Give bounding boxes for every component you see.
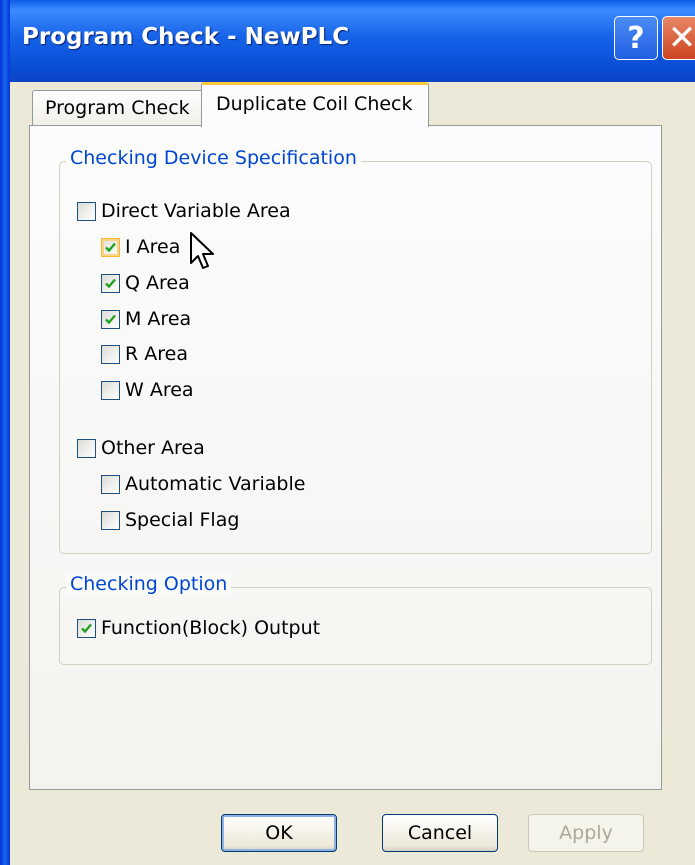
window-frame-left: [0, 0, 10, 865]
checkbox-box[interactable]: [101, 309, 120, 329]
checkbox-label: Special Flag: [125, 509, 240, 531]
ok-button[interactable]: OK: [221, 814, 337, 852]
tab-duplicate-coil-check[interactable]: Duplicate Coil Check: [201, 82, 429, 127]
checkbox-label: I Area: [125, 236, 181, 258]
cancel-button[interactable]: Cancel: [382, 814, 498, 852]
checkbox-r-area[interactable]: R Area: [101, 341, 188, 367]
checkbox-box[interactable]: [101, 474, 120, 494]
checkbox-box[interactable]: [101, 344, 120, 364]
checkbox-other-area[interactable]: Other Area: [77, 435, 205, 461]
checkmark-icon: [105, 314, 116, 324]
close-icon: ✕: [667, 18, 695, 58]
window-title: Program Check - NewPLC: [22, 24, 350, 50]
checkbox-direct-variable-area[interactable]: Direct Variable Area: [77, 198, 291, 224]
checkbox-label: W Area: [125, 379, 194, 401]
group-title-checking-option: Checking Option: [66, 573, 232, 595]
checkbox-label: R Area: [125, 343, 188, 365]
checkbox-m-area[interactable]: M Area: [101, 306, 191, 332]
help-button[interactable]: ?: [614, 16, 658, 60]
question-mark-icon: ?: [627, 20, 645, 56]
checkbox-label: Function(Block) Output: [101, 617, 321, 639]
checkbox-label: Direct Variable Area: [101, 200, 291, 222]
checkbox-box[interactable]: [77, 618, 96, 638]
checkbox-box[interactable]: [101, 380, 120, 400]
duplicate-coil-check-panel: Checking Device Specification Checking O…: [29, 125, 662, 790]
program-check-dialog: Program Check - NewPLC ? ✕ Program Check…: [0, 0, 695, 865]
checkbox-box[interactable]: [101, 237, 120, 257]
checkbox-function-block-output[interactable]: Function(Block) Output: [77, 615, 320, 641]
checkbox-i-area[interactable]: I Area: [101, 234, 180, 260]
checkmark-icon: [105, 278, 116, 288]
group-title-device-spec: Checking Device Specification: [66, 147, 361, 169]
checkbox-label: Other Area: [101, 437, 205, 459]
checkbox-box[interactable]: [101, 510, 120, 530]
checkbox-label: M Area: [125, 308, 192, 330]
apply-button[interactable]: Apply: [528, 814, 644, 852]
tab-program-check[interactable]: Program Check: [32, 90, 203, 126]
close-button[interactable]: ✕: [662, 16, 695, 60]
mouse-pointer-icon: [190, 232, 214, 269]
checkbox-box[interactable]: [77, 438, 96, 458]
checkbox-box[interactable]: [101, 273, 120, 293]
checkmark-icon: [105, 242, 116, 252]
checkbox-label: Q Area: [125, 272, 190, 294]
checkbox-q-area[interactable]: Q Area: [101, 270, 190, 296]
checkbox-box[interactable]: [77, 201, 96, 221]
checkbox-automatic-variable[interactable]: Automatic Variable: [101, 471, 305, 497]
checkmark-icon: [81, 623, 92, 633]
checkbox-special-flag[interactable]: Special Flag: [101, 507, 239, 533]
title-bar[interactable]: Program Check - NewPLC ? ✕: [0, 0, 695, 82]
checkbox-w-area[interactable]: W Area: [101, 377, 194, 403]
checkbox-label: Automatic Variable: [125, 473, 306, 495]
